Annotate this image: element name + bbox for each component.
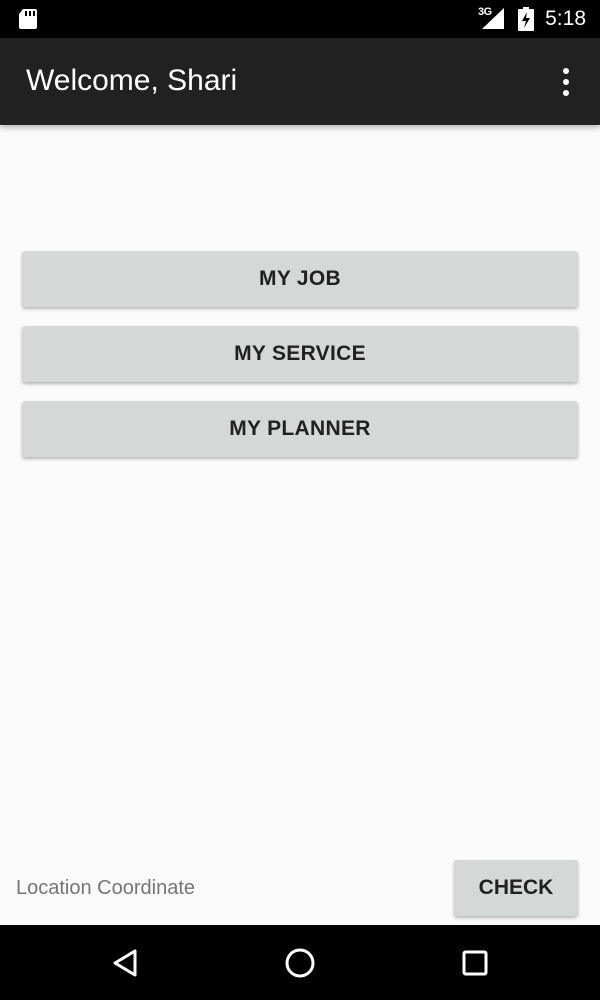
status-clock: 5:18 <box>545 7 586 30</box>
app-bar: Welcome, Shari <box>0 38 600 125</box>
back-icon[interactable] <box>105 943 145 983</box>
main-content: MY JOB MY SERVICE MY PLANNER Location Co… <box>0 125 600 925</box>
location-coordinate-label: Location Coordinate <box>16 877 196 899</box>
my-job-button[interactable]: MY JOB <box>22 251 578 307</box>
overflow-menu-dot <box>563 90 569 96</box>
sd-card-icon <box>19 9 37 29</box>
check-button[interactable]: CHECK <box>454 860 578 916</box>
my-planner-button[interactable]: MY PLANNER <box>22 401 578 457</box>
overflow-menu-dot <box>563 68 569 74</box>
my-service-button[interactable]: MY SERVICE <box>22 326 578 382</box>
navigation-bar <box>0 925 600 1000</box>
recents-icon[interactable] <box>455 943 495 983</box>
page-title: Welcome, Shari <box>26 64 238 97</box>
signal-icon <box>482 8 504 29</box>
overflow-menu-dot <box>563 79 569 85</box>
home-icon[interactable] <box>280 943 320 983</box>
status-bar: 3G 5:18 <box>0 0 600 38</box>
overflow-menu-icon[interactable] <box>548 62 584 102</box>
battery-charging-icon <box>518 7 534 31</box>
